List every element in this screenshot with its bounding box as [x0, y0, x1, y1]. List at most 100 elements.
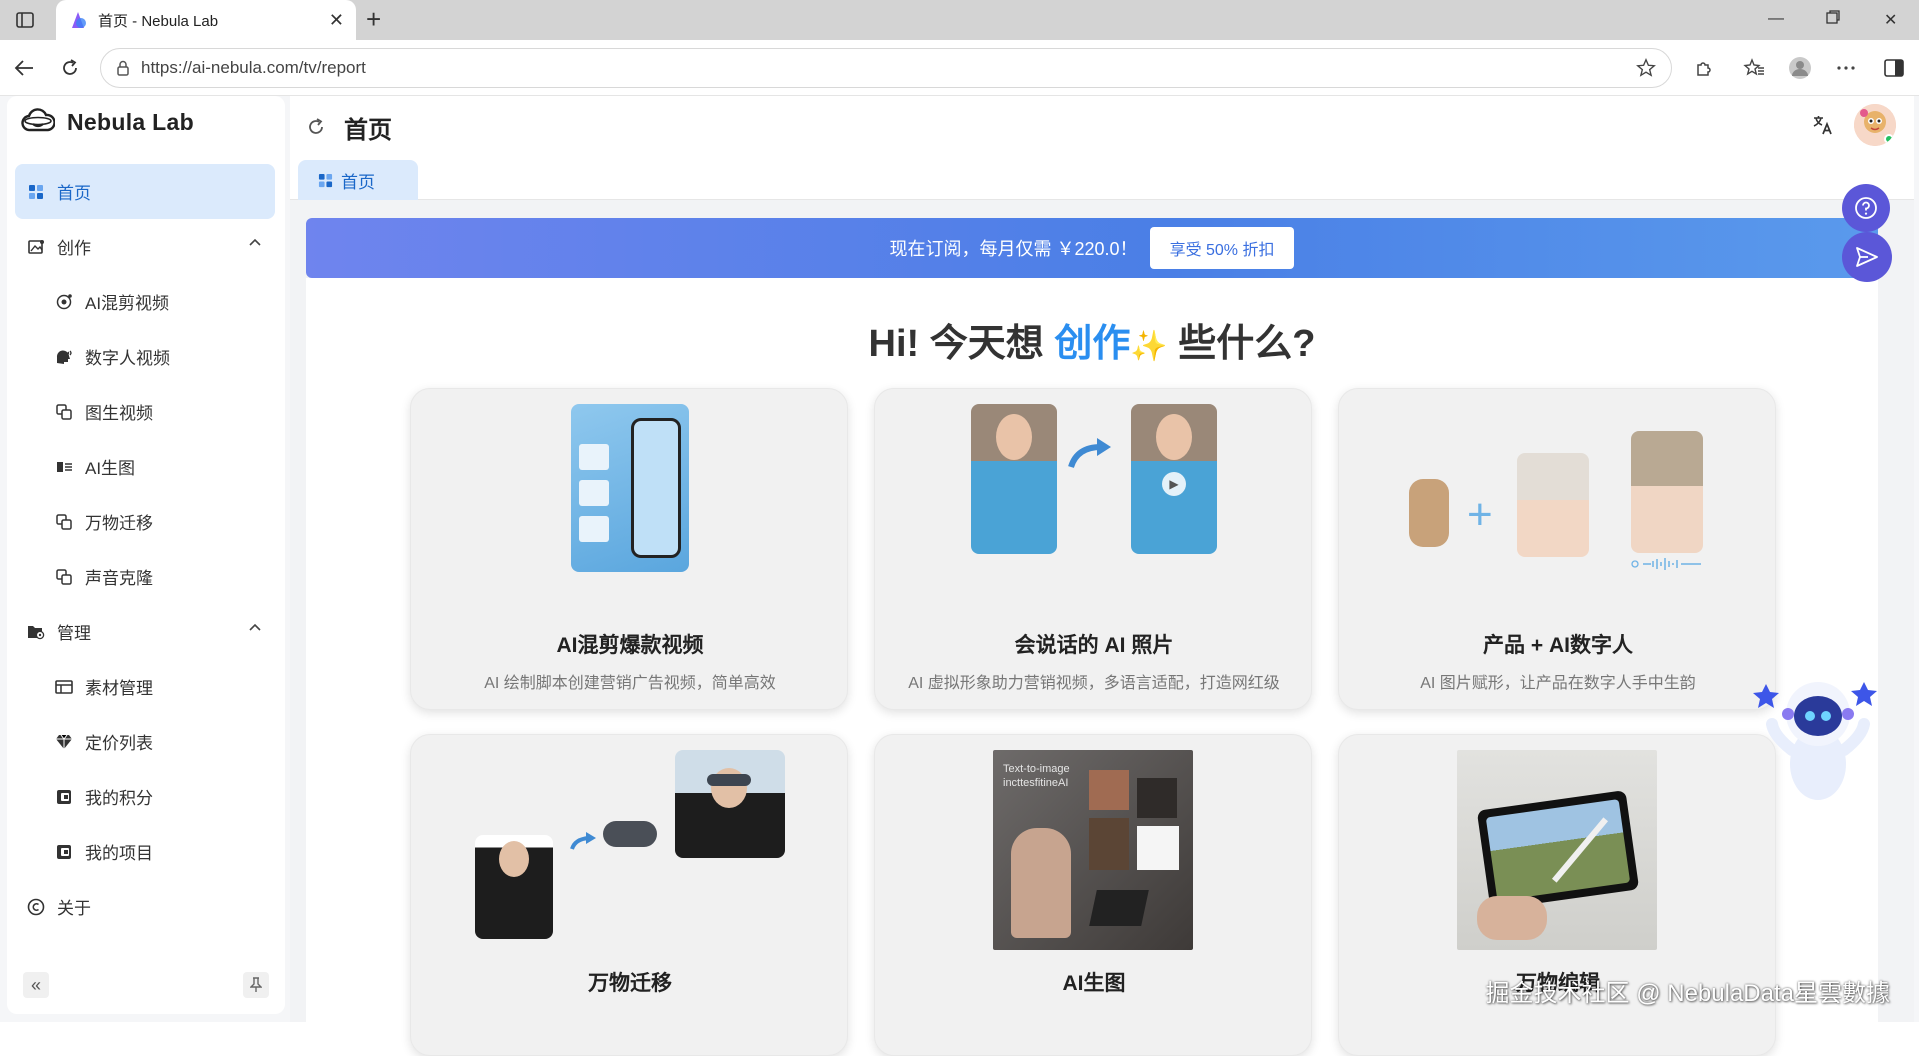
ai-image-scene: Text-to-image incttesfitineAI: [993, 750, 1193, 950]
sidebar-item-label: 首页: [57, 184, 91, 203]
translate-icon[interactable]: [1812, 114, 1834, 136]
chevron-up-icon[interactable]: [249, 623, 261, 631]
sidebar: Nebula Lab 首页 创作 AI混剪视频 数字人视频 图生视频 AI生图 …: [7, 96, 285, 1014]
wallet-icon: [55, 788, 73, 806]
sidebar-item-pricing[interactable]: 定价列表: [15, 714, 275, 769]
more-menu-icon[interactable]: [1834, 56, 1858, 80]
dashboard-icon: [318, 173, 333, 188]
pin-icon[interactable]: [243, 972, 269, 998]
sidebar-item-ai-mix-video[interactable]: AI混剪视频: [15, 274, 275, 329]
tablet-edit-image: [1457, 750, 1657, 950]
card-title: AI生图: [1062, 972, 1126, 995]
sidebar-footer: «: [7, 958, 285, 1014]
sidebar-item-label: 我的项目: [85, 844, 153, 863]
page-tab-strip: 首页: [290, 158, 1914, 200]
sidebar-item-label: 万物迁移: [85, 514, 153, 533]
grid-table-icon: [55, 678, 73, 696]
goggles-image: [603, 821, 657, 847]
image-edit-icon: [27, 238, 45, 256]
result-photo: [1631, 431, 1703, 553]
astronaut-mascot[interactable]: [1752, 666, 1882, 806]
sidebar-group-manage[interactable]: 管理: [15, 604, 275, 659]
sidebar-item-label: 管理: [57, 624, 91, 643]
sparkle-icon: ✨: [1130, 330, 1168, 363]
sidebar-item-home[interactable]: 首页: [15, 164, 275, 219]
dashboard-icon: [27, 183, 45, 201]
sidebar-item-assets[interactable]: 素材管理: [15, 659, 275, 714]
sidebar-item-transfer[interactable]: 万物迁移: [15, 494, 275, 549]
profile-icon[interactable]: [1788, 56, 1812, 80]
wallet-icon: [55, 843, 73, 861]
card-transfer[interactable]: 万物迁移: [410, 734, 848, 1056]
browser-tab[interactable]: 首页 - Nebula Lab ✕: [56, 0, 356, 40]
card-ai-image[interactable]: Text-to-image incttesfitineAI AI生图: [874, 734, 1312, 1056]
back-icon[interactable]: [12, 56, 36, 80]
diamond-icon: [55, 733, 73, 751]
favorites-icon[interactable]: [1742, 56, 1766, 80]
sidebar-item-label: 图生视频: [85, 404, 153, 423]
brand[interactable]: Nebula Lab: [21, 108, 194, 136]
favorite-star-icon[interactable]: [1635, 57, 1657, 79]
hero-accent: 创作: [1054, 323, 1131, 365]
sidebar-item-points[interactable]: 我的积分: [15, 769, 275, 824]
extensions-icon[interactable]: [1692, 56, 1716, 80]
sidebar-group-create[interactable]: 创作: [15, 219, 275, 274]
brand-name: Nebula Lab: [67, 108, 194, 135]
chevron-up-icon[interactable]: [249, 238, 261, 246]
sidebar-item-projects[interactable]: 我的项目: [15, 824, 275, 879]
browser-tab-bar: 首页 - Nebula Lab ✕ + — ✕: [0, 0, 1919, 40]
tab-title: 首页 - Nebula Lab: [98, 12, 219, 30]
tab-home[interactable]: 首页: [298, 160, 418, 200]
help-button[interactable]: [1842, 184, 1890, 232]
card-title: 产品 + AI数字人: [1483, 634, 1633, 657]
sidebar-item-label: AI混剪视频: [85, 294, 170, 313]
online-status-dot: [1884, 134, 1894, 144]
close-window-icon[interactable]: ✕: [1884, 10, 1897, 30]
card-description: AI 虚拟形象助力营销视频，多语言适配，打造网红级: [908, 675, 1280, 692]
reload-icon[interactable]: [58, 56, 82, 80]
split-screen-icon[interactable]: [1882, 56, 1906, 80]
tab-label: 首页: [341, 172, 375, 192]
restore-icon[interactable]: [1826, 10, 1840, 24]
hero-text-2: 些什么?: [1167, 323, 1316, 365]
url-text[interactable]: https://ai-nebula.com/tv/report: [141, 58, 1635, 78]
send-button[interactable]: [1842, 232, 1892, 282]
sidebar-item-label: 关于: [57, 899, 91, 918]
nebula-favicon-icon: [72, 12, 86, 28]
address-bar-row: https://ai-nebula.com/tv/report: [0, 40, 1919, 96]
speaking-head-icon: [55, 348, 73, 366]
close-tab-icon[interactable]: ✕: [329, 10, 344, 31]
card-description: AI 绘制脚本创建营销广告视频，简单高效: [484, 675, 776, 692]
card-talking-photo[interactable]: ▶ 会说话的 AI 照片 AI 虚拟形象助力营销视频，多语言适配，打造网红级: [874, 388, 1312, 710]
sidebar-item-digital-human[interactable]: 数字人视频: [15, 329, 275, 384]
card-title: AI混剪爆款视频: [556, 634, 704, 657]
sidebar-item-label: 我的积分: [85, 789, 153, 808]
omnibox[interactable]: https://ai-nebula.com/tv/report: [100, 48, 1672, 88]
minimize-icon[interactable]: —: [1768, 10, 1784, 28]
discount-button[interactable]: 享受 50% 折扣: [1149, 227, 1295, 269]
app-root: Nebula Lab 首页 创作 AI混剪视频 数字人视频 图生视频 AI生图 …: [0, 96, 1919, 1056]
card-ai-mix-video[interactable]: AI混剪爆款视频 AI 绘制脚本创建营销广告视频，简单高效: [410, 388, 848, 710]
sidebar-item-voice-clone[interactable]: 声音克隆: [15, 549, 275, 604]
sidebar-toggle-icon[interactable]: [14, 9, 36, 31]
plus-icon: +: [1467, 490, 1493, 539]
sidebar-item-ai-image[interactable]: AI生图: [15, 439, 275, 494]
page-header: 首页: [290, 96, 1914, 158]
arrow-icon: [570, 832, 596, 850]
sidebar-item-about[interactable]: 关于: [15, 879, 275, 934]
card-product-digital-human[interactable]: + 产品 + AI数字人 AI 图片赋形，让产品在数字人手中生韵: [1338, 388, 1776, 710]
collapse-sidebar-icon[interactable]: «: [23, 972, 49, 998]
content-area: 现在订阅，每月仅需 ￥220.0！ 享受 50% 折扣 Hi! 今天想 创作✨ …: [290, 200, 1914, 1056]
toy-figure: [1409, 479, 1449, 547]
create-panel: Hi! 今天想 创作✨ 些什么? AI混剪爆款视频 AI 绘制脚本创建营销广告视…: [306, 278, 1878, 1056]
sidebar-item-image-to-video[interactable]: 图生视频: [15, 384, 275, 439]
user-avatar[interactable]: [1854, 104, 1896, 146]
new-tab-icon[interactable]: +: [366, 6, 381, 32]
audio-wave-icon: [1631, 558, 1701, 570]
card-title: 会说话的 AI 照片: [1014, 634, 1174, 657]
copy-icon: [55, 403, 73, 421]
site-info-icon[interactable]: [115, 60, 131, 76]
cloud-logo-icon: [21, 108, 55, 132]
refresh-icon[interactable]: [306, 117, 326, 137]
play-icon[interactable]: ▶: [1162, 472, 1186, 496]
